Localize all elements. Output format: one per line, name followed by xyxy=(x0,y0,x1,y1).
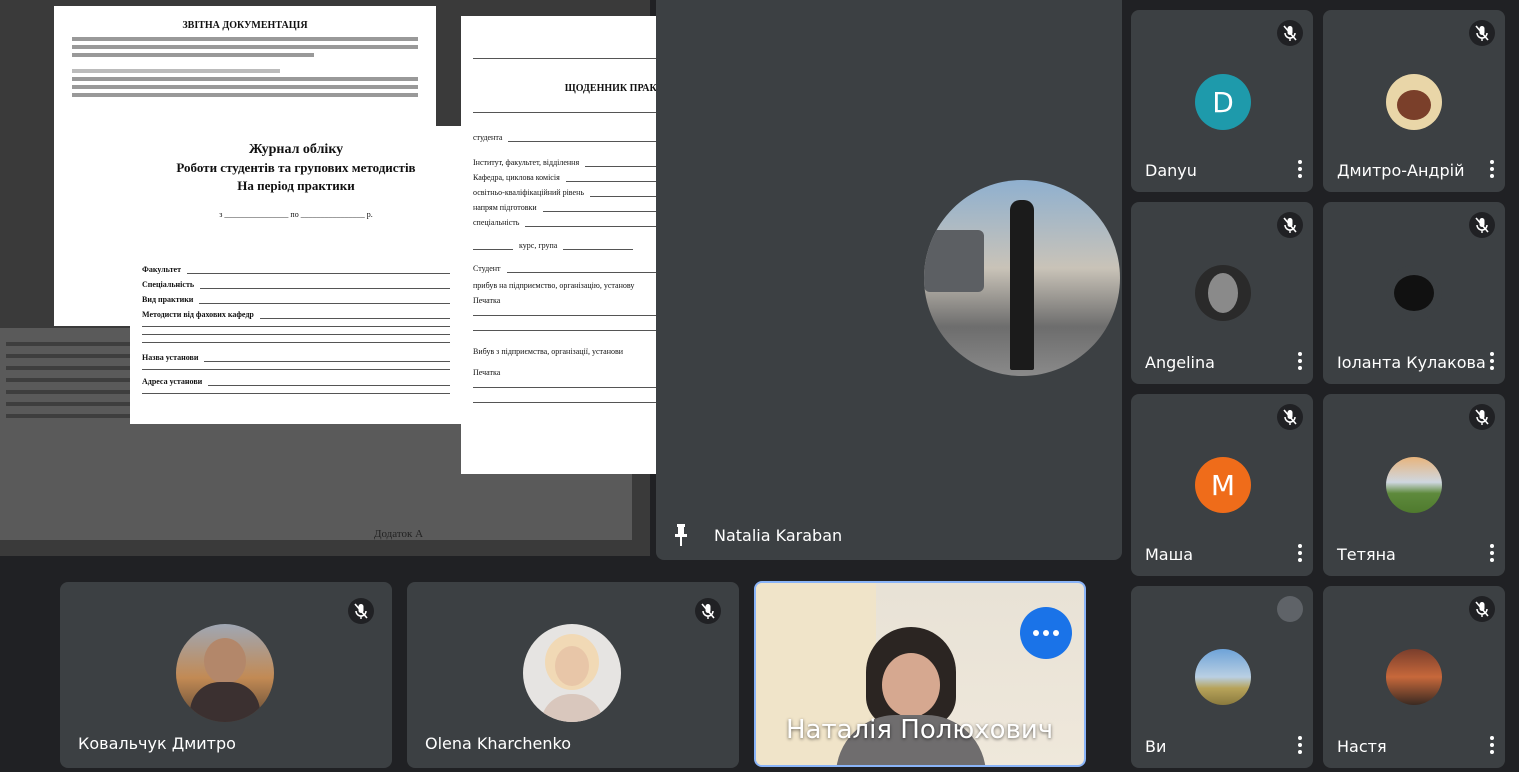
journal-field: Факультет xyxy=(142,265,450,274)
participant-name: Angelina xyxy=(1145,353,1215,372)
avatar: M xyxy=(1195,457,1251,513)
participant-tile[interactable]: Olena Kharchenko xyxy=(407,582,739,768)
mic-off-icon xyxy=(348,598,374,624)
journal-field: Методисти від фахових кафедр xyxy=(142,310,450,319)
participant-name: Настя xyxy=(1337,737,1387,756)
more-options-button[interactable] xyxy=(1020,607,1072,659)
report-title: ЗВІТНА ДОКУМЕНТАЦІЯ xyxy=(182,20,308,31)
participant-name: Ковальчук Дмитро xyxy=(78,734,236,753)
mic-off-icon xyxy=(1277,212,1303,238)
active-speaker-tile[interactable]: Наталія Полюхович xyxy=(754,581,1086,767)
participant-tile[interactable]: Дмитро-Андрій xyxy=(1323,10,1505,192)
journal-field: Вид практики xyxy=(142,295,450,304)
avatar xyxy=(1195,649,1251,705)
participant-name: Danyu xyxy=(1145,161,1197,180)
avatar xyxy=(1386,457,1442,513)
journal-field: Назва установи xyxy=(142,353,450,362)
diary-field: курс, група xyxy=(473,241,633,250)
spotlight-tile[interactable]: Natalia Karaban xyxy=(656,0,1122,560)
participant-tile[interactable]: Іоланта Кулакова xyxy=(1323,202,1505,384)
spotlight-avatar xyxy=(924,180,1120,376)
participant-name: Іоланта Кулакова xyxy=(1337,353,1486,372)
participant-tile[interactable]: Тетяна xyxy=(1323,394,1505,576)
avatar xyxy=(1386,649,1442,705)
journal-field: Спеціальність xyxy=(142,280,450,289)
avatar xyxy=(176,624,274,722)
avatar xyxy=(1195,265,1251,321)
audio-indicator-icon xyxy=(1277,596,1303,622)
mic-off-icon xyxy=(1469,596,1495,622)
participant-tile[interactable]: D Danyu xyxy=(1131,10,1313,192)
mic-off-icon xyxy=(1469,212,1495,238)
avatar: D xyxy=(1195,74,1251,130)
mic-off-icon xyxy=(1469,404,1495,430)
avatar xyxy=(1386,265,1442,321)
pin-icon[interactable] xyxy=(674,524,688,548)
spotlight-name: Natalia Karaban xyxy=(714,526,843,545)
more-options-icon[interactable] xyxy=(1485,734,1499,758)
more-options-icon[interactable] xyxy=(1485,542,1499,566)
journal-subtitle: Роботи студентів та групових методистів xyxy=(176,160,416,175)
mic-off-icon xyxy=(1277,20,1303,46)
participant-tile[interactable]: M Маша xyxy=(1131,394,1313,576)
journal-document: Журнал обліку Роботи студентів та групов… xyxy=(130,126,462,424)
participant-name: Наталія Полюхович xyxy=(786,715,1054,745)
more-options-icon[interactable] xyxy=(1293,350,1307,374)
journal-period-title: На період практики xyxy=(237,178,355,193)
avatar xyxy=(1386,74,1442,130)
more-options-icon[interactable] xyxy=(1293,158,1307,182)
participant-tile[interactable]: Ви xyxy=(1131,586,1313,768)
participant-tile[interactable]: Ковальчук Дмитро xyxy=(60,582,392,768)
participant-name: Ви xyxy=(1145,737,1167,756)
journal-period: з ________________ по ________________ р… xyxy=(219,210,373,219)
journal-field: Адреса установи xyxy=(142,377,450,386)
participant-name: Olena Kharchenko xyxy=(425,734,571,753)
participant-name: Дмитро-Андрій xyxy=(1337,161,1465,180)
mic-off-icon xyxy=(1277,404,1303,430)
more-options-icon[interactable] xyxy=(1485,350,1499,374)
participant-tile[interactable]: Angelina xyxy=(1131,202,1313,384)
participant-name: Тетяна xyxy=(1337,545,1396,564)
appendix-label: Додаток А xyxy=(374,528,424,540)
participant-tile[interactable]: Настя xyxy=(1323,586,1505,768)
mic-off-icon xyxy=(1469,20,1495,46)
more-options-icon[interactable] xyxy=(1293,734,1307,758)
participant-name: Маша xyxy=(1145,545,1194,564)
more-options-icon[interactable] xyxy=(1293,542,1307,566)
more-options-icon[interactable] xyxy=(1485,158,1499,182)
avatar xyxy=(523,624,621,722)
journal-title: Журнал обліку xyxy=(248,142,344,157)
mic-off-icon xyxy=(695,598,721,624)
